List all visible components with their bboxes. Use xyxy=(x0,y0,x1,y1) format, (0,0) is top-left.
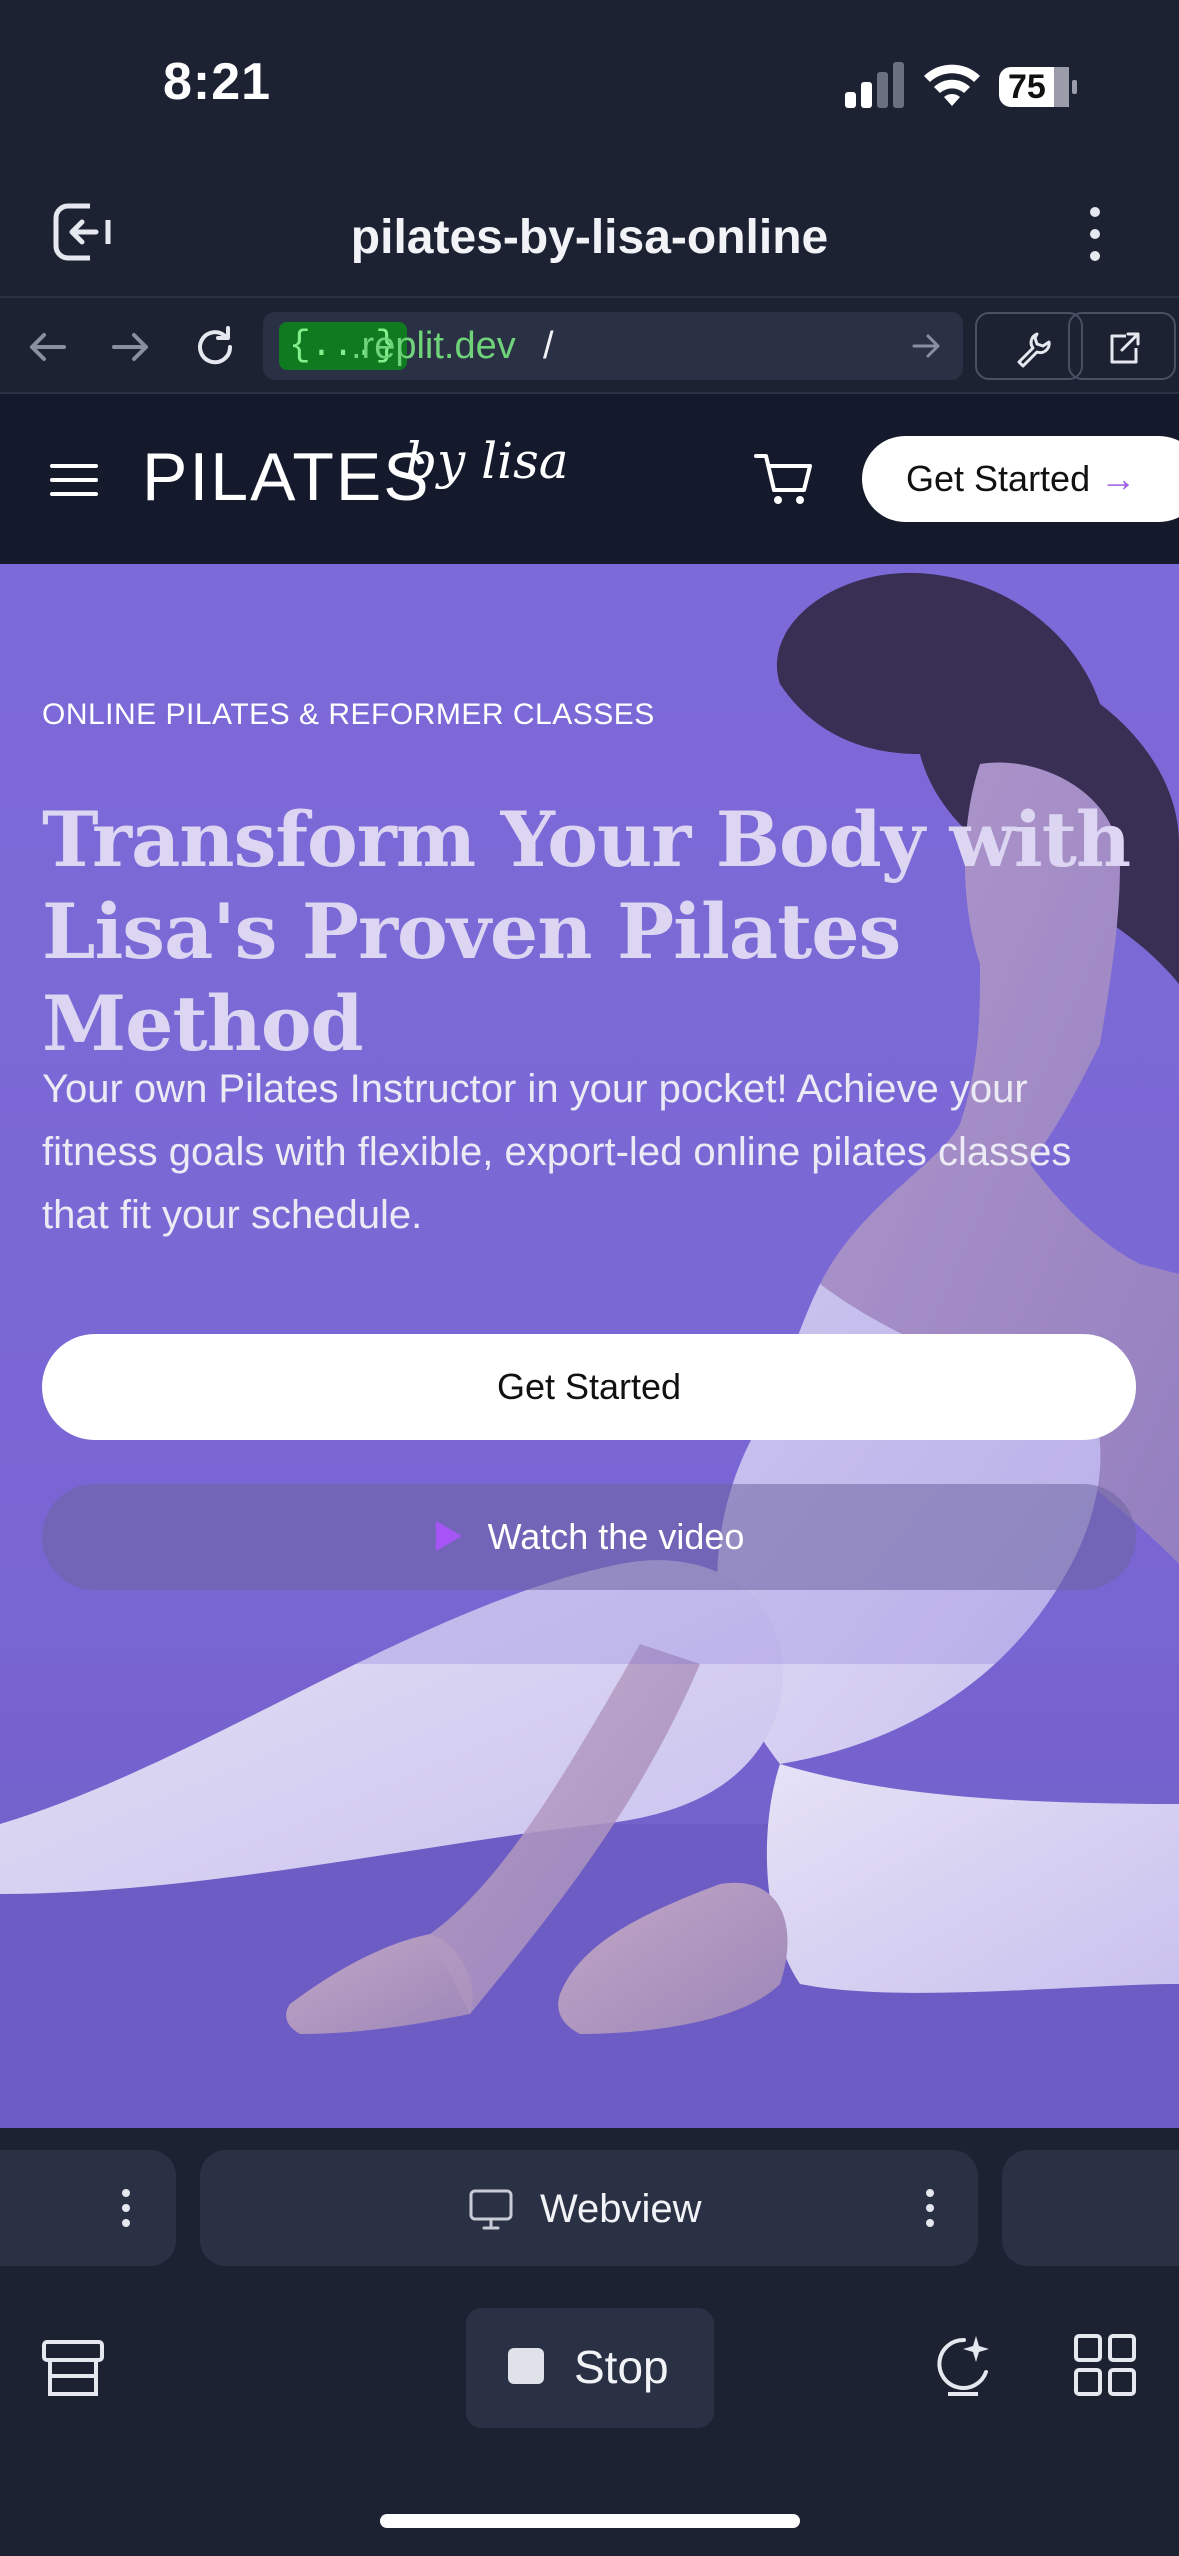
devtools-button[interactable] xyxy=(975,312,1083,380)
logo-wordmark[interactable]: PILATES xyxy=(142,438,431,516)
app-header: pilates-by-lisa-online xyxy=(0,170,1179,295)
logo-script: by lisa xyxy=(405,432,569,490)
tab-webview-label: Webview xyxy=(540,2187,702,2231)
tab-previous[interactable] xyxy=(0,2150,176,2266)
hero-headline-line2: Lisa's Proven Pilates Method xyxy=(42,887,901,1068)
stop-icon xyxy=(508,2348,544,2384)
watch-video-button[interactable]: Watch the video xyxy=(42,1484,1136,1590)
more-vertical-icon[interactable] xyxy=(120,2188,132,2228)
ai-assistant-icon[interactable] xyxy=(928,2330,998,2400)
nav-get-started-button[interactable]: Get Started → xyxy=(862,436,1179,522)
hero-headline: Transform Your Body with Lisa's Proven P… xyxy=(42,794,1142,1070)
tab-next[interactable] xyxy=(1002,2150,1179,2266)
watch-video-label: Watch the video xyxy=(487,1516,745,1557)
url-path: / xyxy=(543,325,554,367)
reload-icon[interactable] xyxy=(188,320,242,374)
menu-icon[interactable] xyxy=(48,460,100,500)
hero-eyebrow: ONLINE PILATES & REFORMER CLASSES xyxy=(42,698,655,731)
status-time: 8:21 xyxy=(163,53,272,111)
nav-cta-label: Get Started xyxy=(906,458,1091,499)
wifi-icon xyxy=(924,64,980,106)
battery-icon: 75 xyxy=(998,66,1078,108)
grid-icon[interactable] xyxy=(1070,2330,1140,2400)
home-indicator xyxy=(380,2514,800,2528)
wrench-icon xyxy=(1017,332,1051,368)
go-arrow-icon[interactable] xyxy=(908,328,944,364)
cellular-signal-icon xyxy=(845,62,904,108)
more-vertical-icon[interactable] xyxy=(924,2188,936,2228)
url-domain: .replit.dev xyxy=(351,325,516,367)
battery-level: 75 xyxy=(1008,68,1046,106)
tab-webview[interactable]: Webview xyxy=(200,2150,978,2266)
pane-tab-strip: Webview xyxy=(0,2128,1179,2278)
url-input[interactable]: {...} .replit.dev / xyxy=(263,312,963,380)
hero-lead: Your own Pilates Instructor in your pock… xyxy=(42,1067,1072,1237)
webview-content: PILATES by lisa Get Started → ONLINE PIL… xyxy=(0,394,1179,2128)
stop-label: Stop xyxy=(574,2341,669,2393)
monitor-icon xyxy=(469,2189,513,2230)
status-bar: 8:21 75 xyxy=(0,0,1179,170)
back-arrow-icon[interactable] xyxy=(20,320,74,374)
more-vertical-icon[interactable] xyxy=(1080,204,1110,264)
app-title: pilates-by-lisa-online xyxy=(350,211,829,264)
forward-arrow-icon[interactable] xyxy=(104,320,158,374)
hero-section: ONLINE PILATES & REFORMER CLASSES Transf… xyxy=(0,564,1179,2128)
site-navbar: PILATES by lisa Get Started → xyxy=(0,394,1179,564)
arrow-right-icon: → xyxy=(1100,458,1137,499)
stop-button[interactable]: Stop xyxy=(466,2308,714,2428)
get-started-button[interactable]: Get Started xyxy=(42,1334,1136,1440)
open-external-button[interactable] xyxy=(1068,312,1176,380)
cart-icon[interactable] xyxy=(752,446,818,512)
url-bar: {...} .replit.dev / xyxy=(0,296,1179,394)
play-icon xyxy=(435,1521,462,1552)
hero-headline-line1: Transform Your Body with xyxy=(42,795,1131,884)
external-link-icon xyxy=(1110,332,1140,364)
layers-icon[interactable] xyxy=(38,2334,108,2404)
